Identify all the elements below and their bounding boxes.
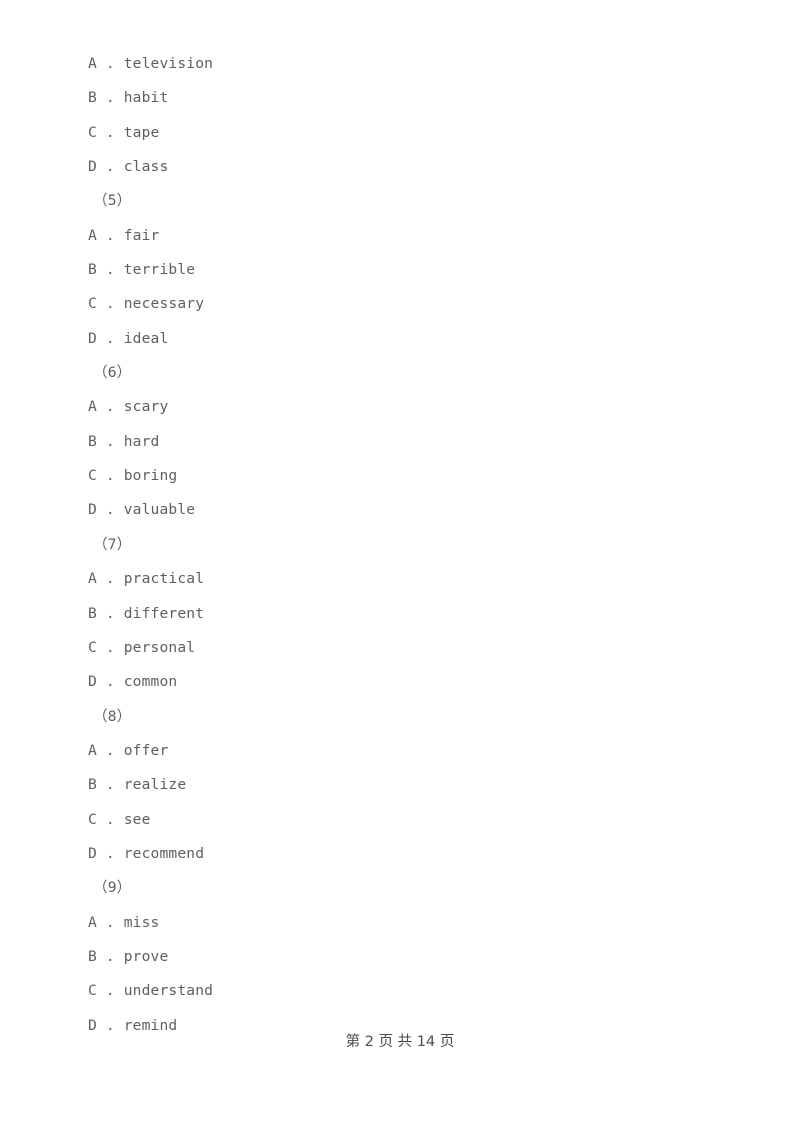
question-options-body: A . television B . habit C . tape D . class… bbox=[88, 47, 708, 1043]
answer-option: D . class bbox=[88, 158, 169, 176]
answer-option: B . realize bbox=[88, 776, 187, 794]
answer-option: A . television bbox=[88, 55, 214, 72]
answer-option: B . hard bbox=[88, 432, 160, 450]
question-number: （6） bbox=[93, 364, 132, 382]
answer-option: C . see bbox=[88, 810, 151, 828]
answer-option: D . valuable bbox=[88, 501, 196, 519]
answer-option: A . practical bbox=[88, 570, 205, 588]
answer-option: A . fair bbox=[88, 226, 160, 244]
question-number: （9） bbox=[93, 879, 132, 897]
answer-option: D . recommend bbox=[88, 844, 205, 862]
answer-option: B . different bbox=[88, 604, 205, 622]
answer-option: C . necessary bbox=[88, 295, 205, 313]
question-number: （8） bbox=[93, 707, 132, 725]
answer-option: D . ideal bbox=[88, 329, 169, 347]
answer-option: A . offer bbox=[88, 741, 169, 759]
answer-option: B . habit bbox=[88, 89, 169, 107]
answer-option: C . personal bbox=[88, 638, 196, 656]
answer-option: B . prove bbox=[88, 947, 169, 965]
answer-option: B . terrible bbox=[88, 261, 196, 279]
document-page: A . television B . habit C . tape D . class… bbox=[0, 0, 800, 1132]
answer-option: C . boring bbox=[88, 467, 178, 485]
question-number: （7） bbox=[93, 535, 132, 553]
answer-option: C . understand bbox=[88, 982, 214, 1000]
answer-option: A . miss bbox=[88, 913, 160, 931]
answer-option: A . scary bbox=[88, 398, 169, 416]
page-footer: 第 2 页 共 14 页 bbox=[345, 1034, 455, 1050]
answer-option: C . tape bbox=[88, 123, 160, 141]
answer-option: D . common bbox=[88, 673, 178, 691]
question-number: （5） bbox=[93, 192, 132, 210]
